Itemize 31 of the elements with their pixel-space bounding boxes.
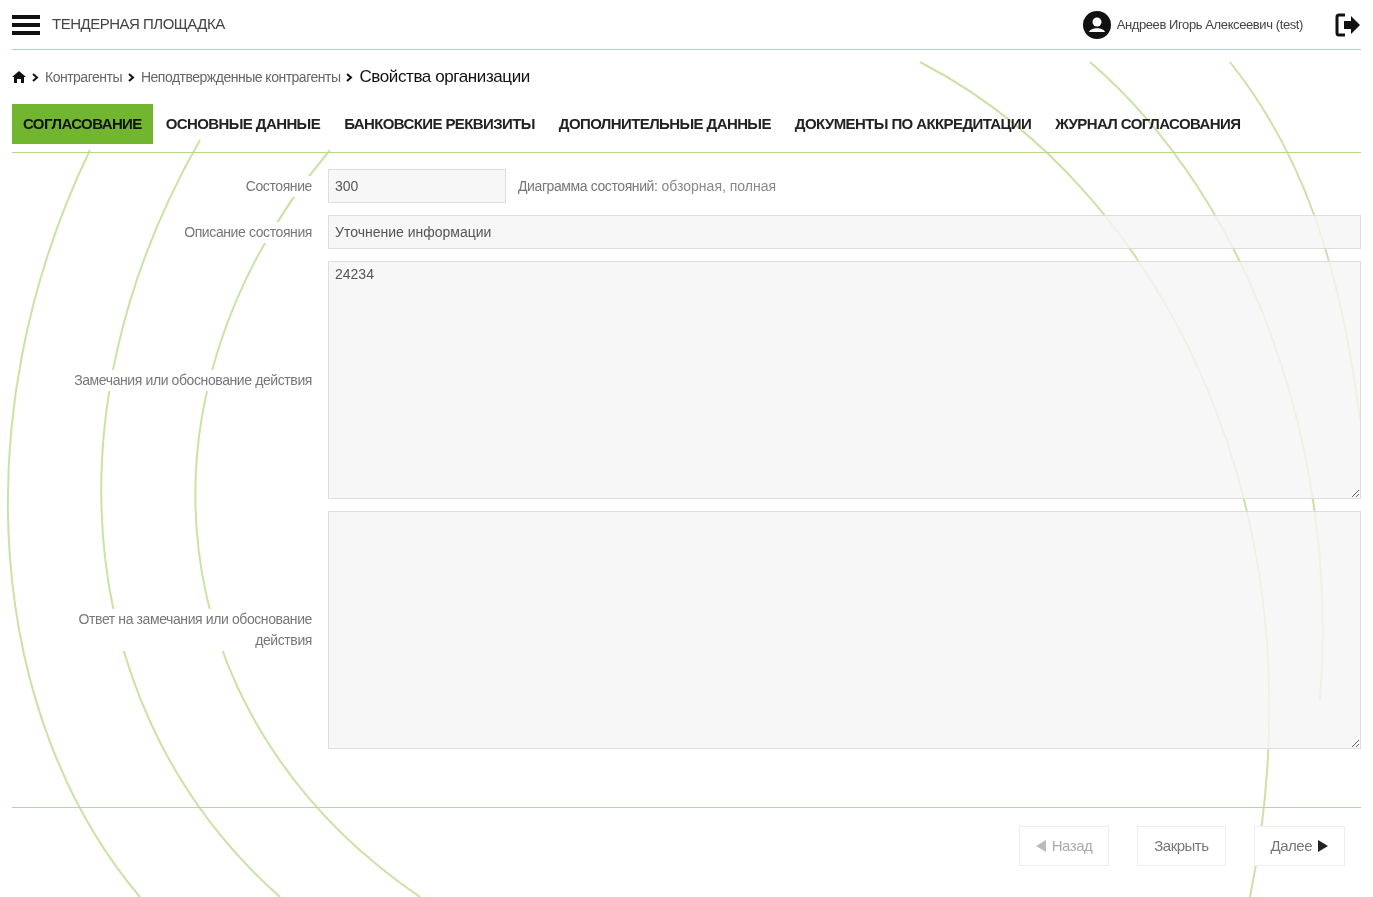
diagram-label: Диаграмма состояний: <box>518 176 658 196</box>
chevron-icon <box>346 72 354 82</box>
left-triangle-icon <box>1035 840 1046 852</box>
tab[interactable]: ДОКУМЕНТЫ ПО АККРЕДИТАЦИИ <box>783 104 1043 144</box>
diagram-links[interactable]: обзорная, полная <box>661 175 777 197</box>
chevron-icon <box>32 72 39 82</box>
chevron-icon <box>127 72 135 82</box>
answer-field[interactable] <box>328 511 1361 749</box>
field-label: Замечания или обоснование действия <box>74 369 312 391</box>
right-triangle-icon <box>1318 840 1328 852</box>
app-title: ТЕНДЕРНАЯ ПЛОЩАДКА <box>52 14 225 35</box>
user-name[interactable]: Андреев Игорь Алексеевич (test) <box>1116 14 1303 35</box>
breadcrumb-link[interactable]: Контрагенты <box>45 66 122 88</box>
logout-icon[interactable] <box>1335 12 1361 37</box>
tab[interactable]: ОСНОВНЫЕ ДАННЫЕ <box>154 104 332 144</box>
field-label: Состояние <box>245 175 312 197</box>
nav-button[interactable]: Закрыть <box>1137 826 1226 866</box>
remarks-field[interactable]: 24234 <box>328 261 1361 499</box>
breadcrumb-link[interactable]: Неподтвержденные контрагенты <box>140 66 341 88</box>
description-field[interactable]: Уточнение информации <box>328 215 1361 249</box>
home-icon[interactable] <box>12 71 26 83</box>
tab[interactable]: СОГЛАСОВАНИЕ <box>12 104 153 144</box>
field-label: Описание состояния <box>184 221 312 243</box>
user-avatar-icon <box>1082 10 1111 39</box>
state-field[interactable]: 300 <box>328 169 506 203</box>
tab[interactable]: БАНКОВСКИЕ РЕКВИЗИТЫ <box>333 104 546 144</box>
menu-icon[interactable] <box>12 13 40 36</box>
tab[interactable]: ЖУРНАЛ СОГЛАСОВАНИЯ <box>1044 104 1252 144</box>
current-page-title: Свойства организации <box>359 66 530 89</box>
tab[interactable]: ДОПОЛНИТЕЛЬНЫЕ ДАННЫЕ <box>547 104 782 144</box>
nav-button[interactable]: Далее <box>1253 826 1345 866</box>
